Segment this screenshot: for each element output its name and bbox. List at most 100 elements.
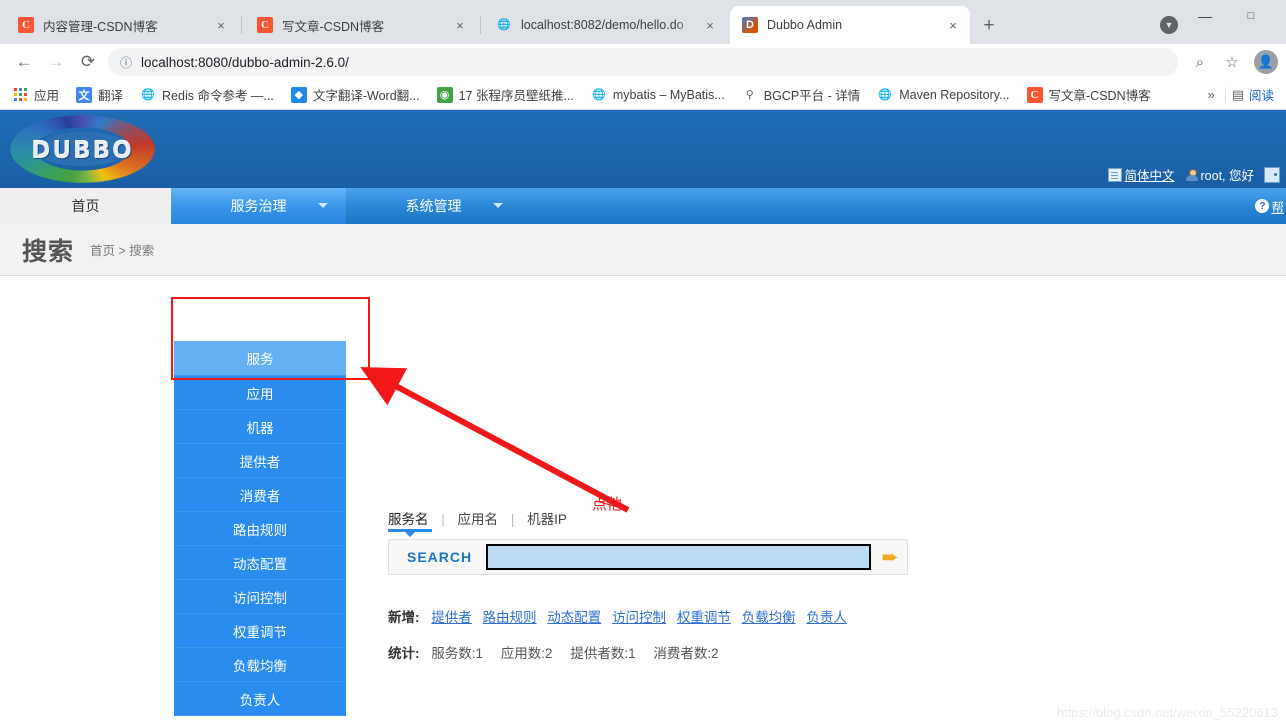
dropdown-label: 访问控制 — [233, 590, 287, 606]
nav-item-service-governance[interactable]: 服务治理 — [171, 188, 346, 224]
help-link[interactable]: ? 帮 — [1255, 188, 1286, 224]
annotation-highlight-rect — [171, 297, 370, 380]
bookmark-mybatis[interactable]: 🌐 mybatis – MyBatis... — [585, 84, 731, 106]
stat-service-count: 服务数:1 — [431, 646, 484, 661]
nav-label: 首页 — [71, 198, 100, 214]
site-info-icon[interactable]: ⓘ — [120, 54, 132, 71]
search-button[interactable]: SEARCH — [397, 549, 486, 565]
dropdown-label: 应用 — [246, 386, 274, 402]
green-circle-icon: ◉ — [436, 86, 453, 103]
statistics-row: 统计: 服务数:1 应用数:2 提供者数:1 消费者数:2 — [388, 642, 733, 662]
language-doc-icon — [1108, 167, 1123, 182]
dropdown-label: 消费者 — [239, 488, 281, 504]
language-switch[interactable]: 简体中文 — [1108, 165, 1175, 184]
nav-item-home[interactable]: 首页 — [0, 188, 171, 224]
dropdown-item-access-control[interactable]: 访问控制 — [174, 580, 346, 614]
bookmark-maven[interactable]: 🌐 Maven Repository... — [871, 84, 1015, 106]
window-minimize-button[interactable]: — — [1182, 0, 1228, 32]
bookmark-star-icon[interactable]: ☆ — [1218, 48, 1246, 76]
search-tab-machine-ip[interactable]: 机器IP — [527, 512, 567, 532]
bookmark-wallpapers[interactable]: ◉ 17 张程序员壁纸推... — [431, 82, 580, 107]
bookmark-redis[interactable]: 🌐 Redis 命令参考 —... — [134, 82, 280, 107]
new-link-weight-adjust[interactable]: 权重调节 — [677, 610, 731, 625]
csdn-icon: C — [257, 17, 273, 33]
tab-separator — [241, 16, 242, 34]
help-label[interactable]: 帮 — [1271, 197, 1284, 216]
new-link-routing-rule[interactable]: 路由规则 — [483, 610, 537, 625]
search-tab-app-name[interactable]: 应用名 — [458, 512, 502, 532]
bookmark-csdn-write[interactable]: C 写文章-CSDN博客 — [1021, 82, 1157, 107]
back-icon[interactable]: ← — [10, 48, 38, 76]
window-maximize-button[interactable]: □ — [1228, 0, 1274, 32]
close-icon[interactable]: × — [212, 18, 230, 33]
bookmark-label: mybatis – MyBatis... — [612, 87, 725, 102]
browser-tab-4-active[interactable]: D Dubbo Admin × — [730, 6, 970, 44]
dropdown-item-dynamic-config[interactable]: 动态配置 — [174, 546, 346, 580]
blue-diamond-icon: ◆ — [290, 86, 307, 103]
page-header: 搜索 首页 > 搜索 — [0, 224, 1286, 276]
dropdown-item-weight-adjust[interactable]: 权重调节 — [174, 614, 346, 648]
browser-tab-2[interactable]: C 写文章-CSDN博客 × — [245, 6, 477, 44]
new-tab-button[interactable]: + — [976, 13, 1002, 39]
bookmark-label: 应用 — [34, 89, 60, 103]
bookmark-apps[interactable]: 应用 — [6, 82, 65, 107]
dropdown-item-routing-rule[interactable]: 路由规则 — [174, 512, 346, 546]
bookmark-translate[interactable]: 文 翻译 — [70, 82, 129, 107]
search-tab-service-name[interactable]: 服务名 — [388, 512, 432, 537]
search-tab-label: 应用名 — [457, 512, 499, 527]
new-link-access-control[interactable]: 访问控制 — [612, 610, 666, 625]
browser-tab-3[interactable]: 🌐 localhost:8082/demo/hello.do × — [484, 6, 727, 44]
watermark: https://blog.csdn.net/weixin_55220613 — [1056, 705, 1278, 720]
address-bar-url: localhost:8080/dubbo-admin-2.6.0/ — [141, 54, 349, 70]
close-icon[interactable]: × — [451, 18, 469, 33]
question-circle-icon: ? — [1255, 199, 1270, 213]
dropdown-label: 提供者 — [239, 454, 281, 470]
dubbo-logo[interactable]: DUBBO — [0, 110, 165, 188]
dropdown-label: 动态配置 — [233, 556, 287, 572]
bookmark-word-translate[interactable]: ◆ 文字翻译-Word翻... — [285, 82, 426, 107]
dropdown-item-consumer[interactable]: 消费者 — [174, 478, 346, 512]
close-icon[interactable]: × — [944, 18, 962, 33]
bookmark-bgcp[interactable]: ⚲ BGCP平台 - 详情 — [736, 82, 867, 107]
download-indicator-icon[interactable]: ▼ — [1160, 16, 1178, 34]
dubbo-icon: D — [742, 17, 758, 33]
dropdown-label: 负责人 — [239, 692, 281, 708]
dropdown-item-application[interactable]: 应用 — [174, 376, 346, 410]
statistics-label: 统计: — [388, 646, 420, 661]
search-input[interactable] — [486, 544, 872, 570]
dropdown-label: 路由规则 — [233, 522, 287, 538]
dropdown-item-provider[interactable]: 提供者 — [174, 444, 346, 478]
bookmarks-overflow-icon[interactable]: » — [1197, 87, 1224, 102]
reload-icon[interactable]: ⟳ — [74, 48, 102, 76]
nav-item-system-management[interactable]: 系统管理 — [346, 188, 521, 224]
close-icon[interactable]: × — [701, 18, 719, 33]
dropdown-item-owner[interactable]: 负责人 — [174, 682, 346, 716]
dropdown-item-machine[interactable]: 机器 — [174, 410, 346, 444]
dubbo-admin-page: DUBBO 简体中文 root, 您好 首页 服务治理 系统管理 ? 帮 搜索 … — [0, 110, 1286, 724]
dropdown-item-load-balance[interactable]: 负载均衡 — [174, 648, 346, 682]
bookmark-label: Redis 命令参考 —... — [162, 89, 274, 103]
language-label[interactable]: 简体中文 — [1124, 165, 1174, 184]
profile-avatar-icon[interactable]: 👤 — [1254, 50, 1278, 74]
new-link-owner[interactable]: 负责人 — [806, 610, 847, 625]
stat-application-count: 应用数:2 — [500, 646, 553, 661]
apps-grid-icon — [12, 87, 28, 103]
browser-tab-1[interactable]: C 内容管理-CSDN博客 × — [6, 6, 238, 44]
search-panel: 服务名 | 应用名 | 机器IP SEARCH ➨ — [388, 508, 908, 575]
search-go-arrow-icon[interactable]: ➨ — [881, 547, 899, 568]
breadcrumb: 首页 > 搜索 — [90, 244, 155, 258]
globe-icon: 🌐 — [592, 89, 606, 101]
search-box: SEARCH ➨ — [388, 539, 908, 575]
logout-button[interactable] — [1264, 166, 1282, 183]
dropdown-label: 权重调节 — [233, 624, 287, 640]
new-link-provider[interactable]: 提供者 — [431, 610, 472, 625]
dubbo-logo-text: DUBBO — [31, 138, 134, 164]
bookmark-label: Maven Repository... — [899, 87, 1010, 102]
forward-icon[interactable]: → — [42, 48, 70, 76]
reader-mode-button[interactable]: ▤ 阅读 — [1226, 85, 1280, 104]
tab-separator: | — [441, 512, 445, 527]
address-bar[interactable]: ⓘ localhost:8080/dubbo-admin-2.6.0/ — [108, 48, 1178, 76]
zoom-icon[interactable]: ⌕ — [1186, 48, 1214, 76]
new-link-dynamic-config[interactable]: 动态配置 — [547, 610, 601, 625]
new-link-load-balance[interactable]: 负载均衡 — [742, 610, 796, 625]
